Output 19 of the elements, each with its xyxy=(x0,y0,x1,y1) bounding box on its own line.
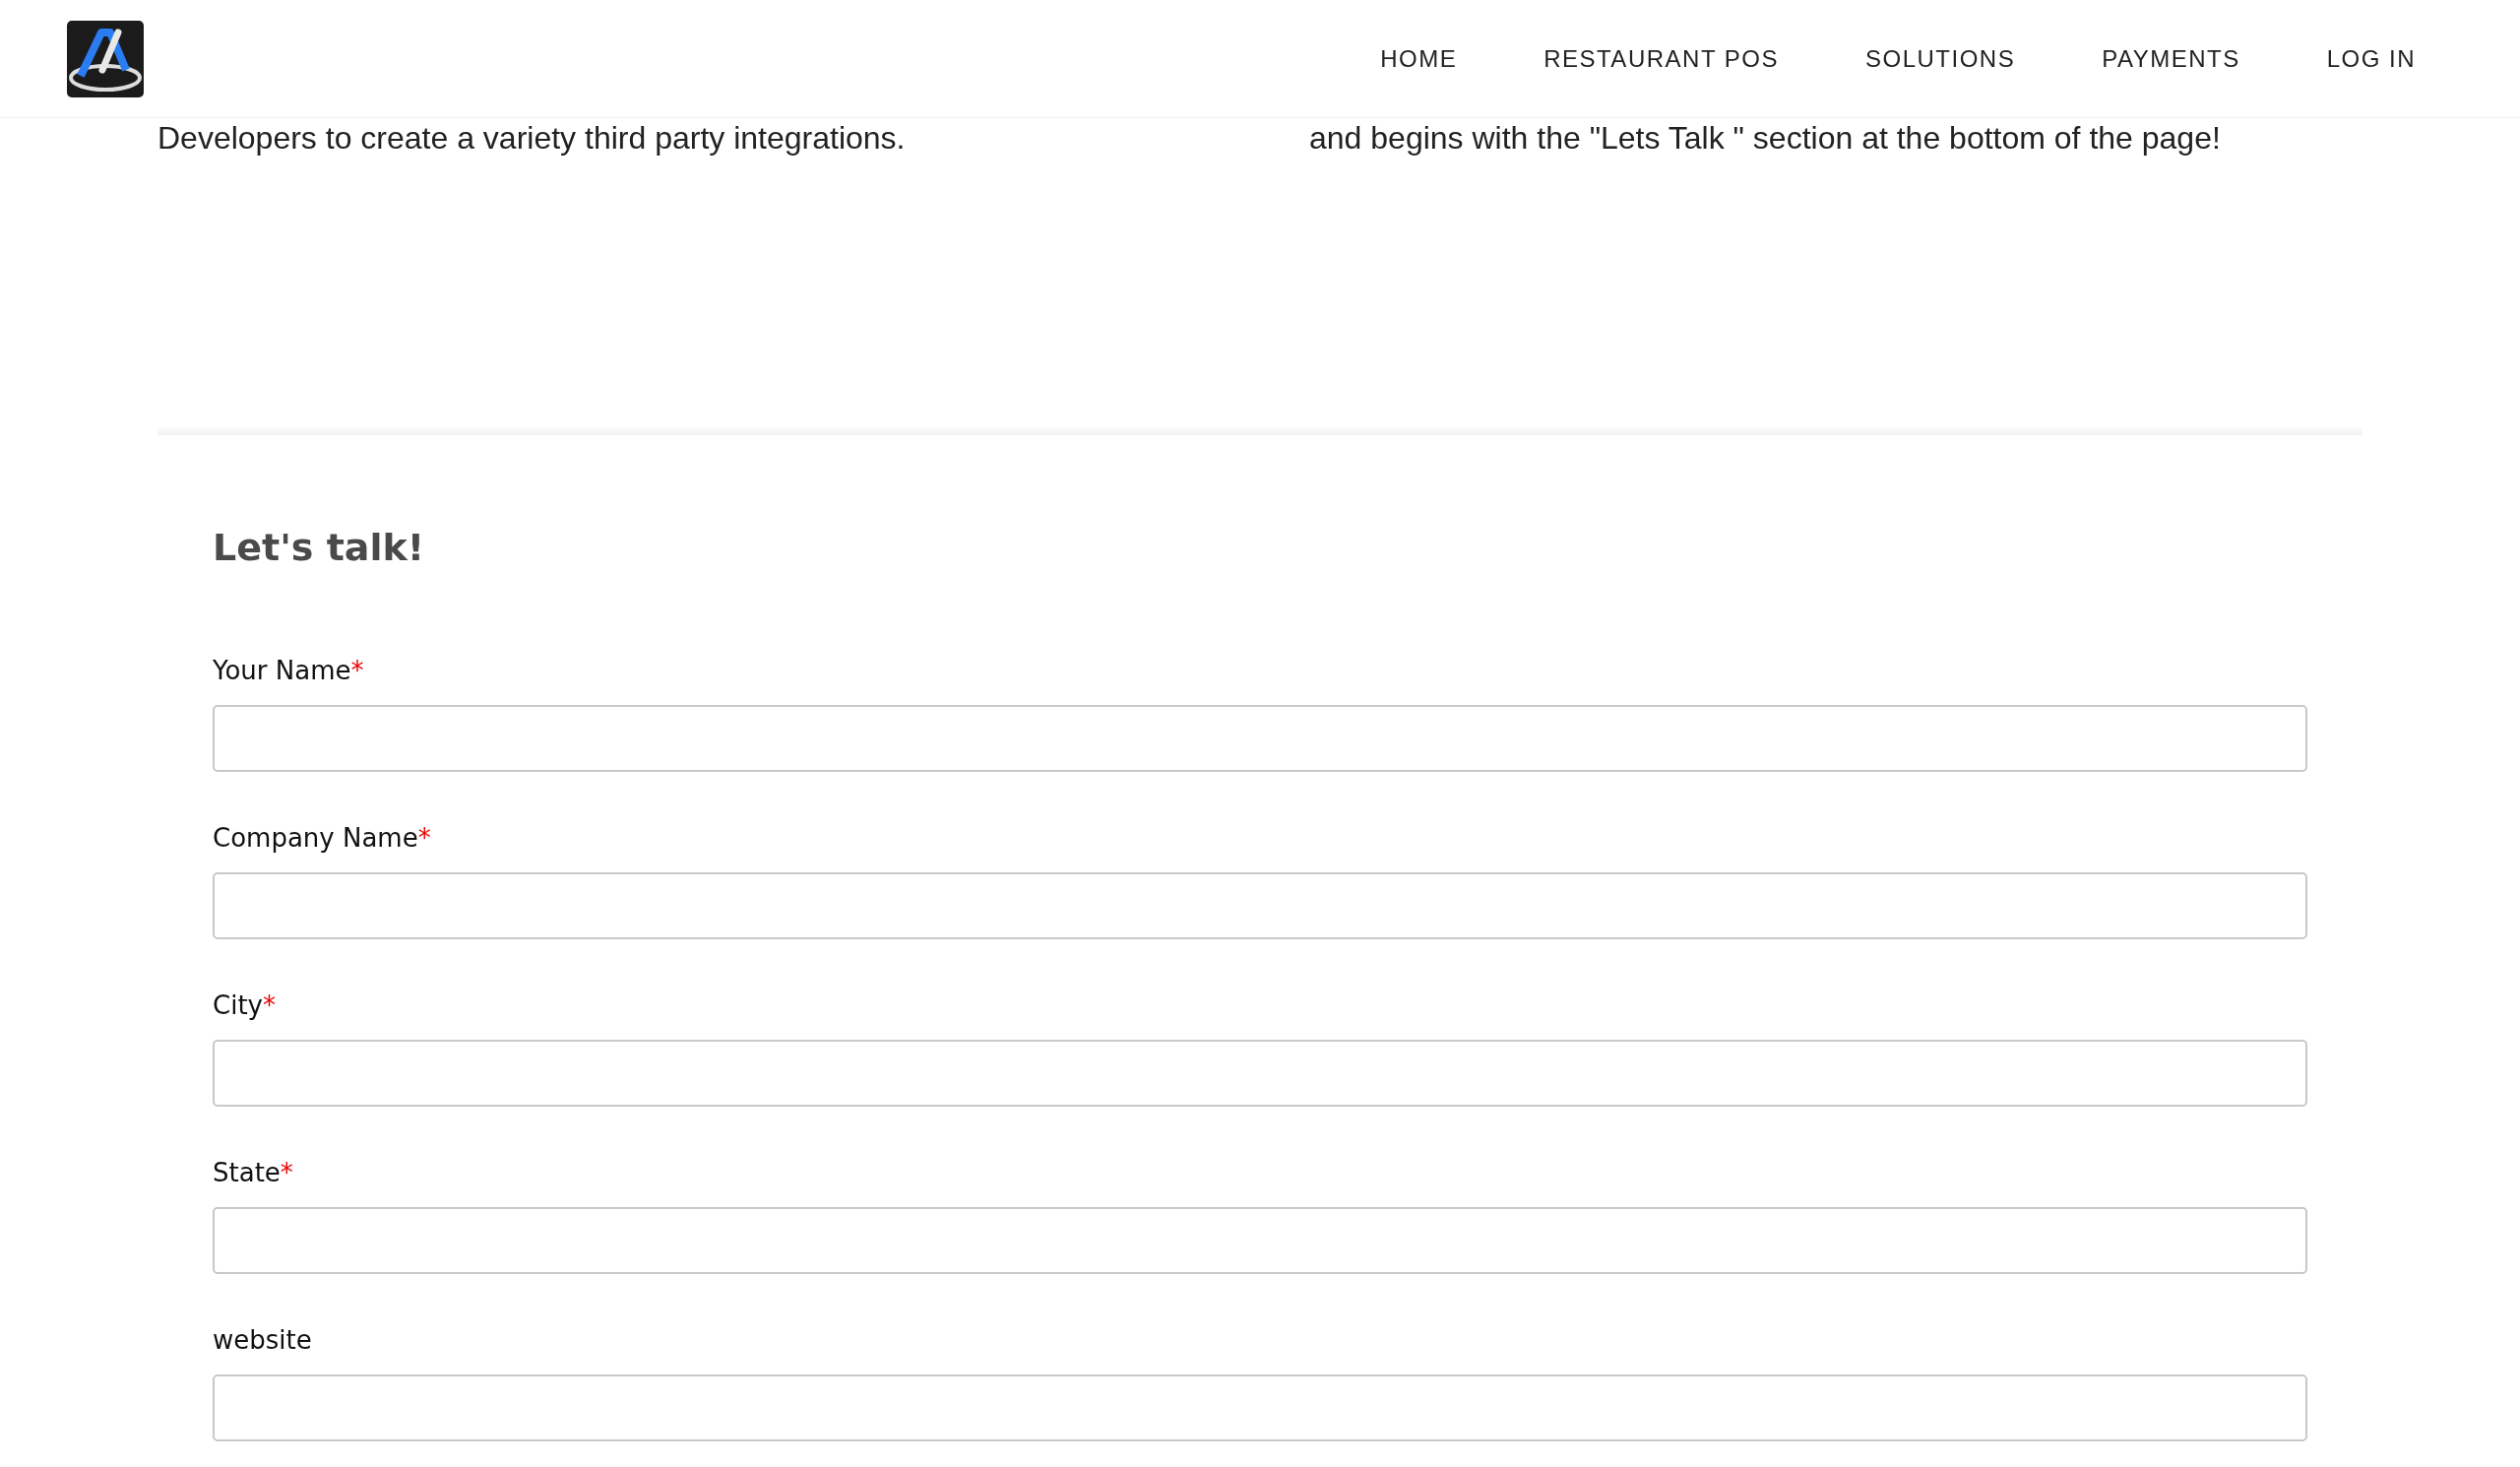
field-label: State* xyxy=(213,1157,294,1189)
nav-link[interactable]: HOME xyxy=(1380,44,1458,73)
intro-text: Developers to create a variety third party integrations. xyxy=(158,119,907,158)
nav-link[interactable]: LOG IN xyxy=(2326,44,2416,73)
input-field[interactable] xyxy=(213,872,2307,939)
field-label: Company Name* xyxy=(213,822,432,855)
intro-text: and begins with the "Lets Talk " section at the bottom of the page! xyxy=(1309,119,2222,158)
field-label: City* xyxy=(213,989,277,1022)
input-field[interactable] xyxy=(213,705,2307,772)
input-field[interactable] xyxy=(213,1040,2307,1107)
form-title: Let's talk! xyxy=(213,525,426,571)
input-field[interactable] xyxy=(213,1207,2307,1274)
field-label: website xyxy=(213,1324,313,1357)
input-field[interactable] xyxy=(213,1374,2307,1441)
nav-link[interactable]: PAYMENTS xyxy=(2102,44,2240,73)
field-label: Your Name* xyxy=(213,655,365,687)
logo-icon[interactable] xyxy=(67,20,144,97)
nav-link[interactable]: RESTAURANT POS xyxy=(1544,44,1779,73)
nav-link[interactable]: SOLUTIONS xyxy=(1864,44,2016,73)
